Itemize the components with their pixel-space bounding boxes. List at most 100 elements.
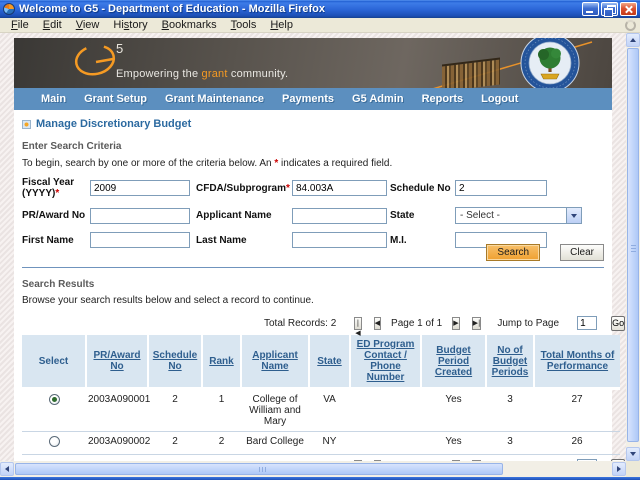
search-button[interactable]: Search: [486, 244, 541, 261]
restore-button[interactable]: [601, 2, 618, 17]
column-header-state[interactable]: State: [309, 335, 351, 390]
g5-banner: 5 Empowering the grant community.: [14, 38, 612, 88]
horizontal-scroll-thumb[interactable]: [15, 463, 503, 475]
horizontal-scrollbar[interactable]: [0, 461, 626, 477]
tagline-pre: Empowering the: [116, 68, 202, 80]
menu-bookmarks[interactable]: Bookmarks: [155, 18, 224, 32]
title-bar: Welcome to G5 - Department of Education …: [0, 0, 640, 18]
arrow-left-icon: [5, 466, 9, 472]
search-form: Fiscal Year(YYYY)* CFDA/Subprogram* Schedu…: [22, 177, 604, 248]
cell-budget-period-created: Yes: [421, 431, 486, 455]
arrow-up-icon: [630, 38, 636, 42]
schedule-no-input[interactable]: [455, 180, 547, 196]
minimize-button[interactable]: [582, 2, 599, 16]
scrollbar-corner: [626, 461, 640, 477]
menu-help[interactable]: Help: [263, 18, 300, 32]
applicant-name-input[interactable]: [292, 207, 387, 224]
cell-ed-program-contact-phone-number: [350, 388, 421, 432]
last-name-input[interactable]: [292, 232, 387, 248]
column-header-label: ED Program Contact / Phone Number: [356, 339, 415, 383]
next-page-button-top[interactable]: ▶: [452, 316, 460, 330]
nav-item-grant-maintenance[interactable]: Grant Maintenance: [156, 93, 273, 105]
column-header-ed-program-contact-phone-number[interactable]: ED Program Contact / Phone Number: [350, 335, 422, 390]
nav-item-grant-setup[interactable]: Grant Setup: [75, 93, 156, 105]
cell-rank: 2: [202, 431, 241, 455]
nav-item-payments[interactable]: Payments: [273, 93, 343, 105]
select-cell: [22, 431, 86, 455]
field-control-fiscal-year: [90, 180, 196, 196]
scroll-right-button[interactable]: [612, 462, 626, 476]
column-header-label: Total Months of Performance: [540, 350, 615, 372]
nav-item-logout[interactable]: Logout: [472, 93, 527, 105]
menu-edit[interactable]: Edit: [36, 18, 69, 32]
scroll-down-button[interactable]: [626, 447, 640, 461]
nav-item-main[interactable]: Main: [32, 93, 75, 105]
column-header-label: No of Budget Periods: [491, 344, 529, 378]
row-select-radio[interactable]: [48, 394, 60, 405]
browser-window: Welcome to G5 - Department of Education …: [0, 0, 640, 480]
column-header-budget-period-created[interactable]: Budget Period Created: [421, 335, 487, 390]
field-control-cfda-subprogram: [292, 180, 390, 196]
clear-button[interactable]: Clear: [560, 244, 604, 261]
cfda-subprogram-input[interactable]: [292, 180, 387, 196]
column-header-rank[interactable]: Rank: [202, 335, 242, 390]
column-header-no-of-budget-periods[interactable]: No of Budget Periods: [486, 335, 535, 390]
menu-history[interactable]: History: [106, 18, 154, 32]
cell-state: VA: [309, 388, 350, 432]
cell-rank: 1: [202, 388, 241, 432]
vertical-scroll-thumb[interactable]: [627, 48, 639, 442]
menu-view[interactable]: View: [69, 18, 107, 32]
column-header-label: Budget Period Created: [434, 344, 473, 378]
results-instructions: Browse your search results below and sel…: [22, 295, 314, 306]
page-title-row: Manage Discretionary Budget: [22, 118, 604, 130]
table-header-row: Select PR/Award No Schedule No Rank Applican…: [22, 335, 620, 390]
field-label-schedule-no: Schedule No: [390, 182, 451, 194]
cell-state: NY: [309, 431, 350, 455]
nav-item-g5-admin[interactable]: G5 Admin: [343, 93, 413, 105]
page-viewport: 5 Empowering the grant community. Main Gr…: [0, 33, 640, 480]
column-header-select: Select: [22, 335, 87, 390]
menu-bar: File Edit View History Bookmarks Tools Help: [0, 18, 640, 33]
cell-no-of-budget-periods: 3: [486, 388, 534, 432]
vertical-scrollbar[interactable]: [626, 33, 640, 461]
column-header-applicant-name[interactable]: Applicant Name: [241, 335, 310, 390]
column-header-total-months-of-performance[interactable]: Total Months of Performance: [534, 335, 620, 390]
column-header-label: PR/Award No: [93, 350, 141, 372]
first-name-input[interactable]: [90, 232, 190, 248]
fiscal-year-input[interactable]: [90, 180, 190, 196]
chevron-down-icon: [566, 208, 581, 223]
nav-item-reports[interactable]: Reports: [413, 93, 473, 105]
last-page-button-top[interactable]: ▶|: [471, 316, 482, 330]
go-button-top[interactable]: Go: [611, 315, 626, 331]
column-header-pr-award-no[interactable]: PR/Award No: [86, 335, 149, 390]
scroll-left-button[interactable]: [0, 462, 14, 476]
main-nav: Main Grant Setup Grant Maintenance Payments…: [14, 88, 612, 110]
cell-schedule-no: 2: [148, 388, 202, 432]
cell-pr-award-no: 2003A090002: [86, 431, 150, 455]
arrow-right-icon: [617, 466, 621, 472]
results-table: Select PR/Award No Schedule No Rank Applican…: [22, 335, 620, 455]
arrow-down-icon: [630, 452, 636, 456]
instructions-post: indicates a required field.: [278, 158, 393, 169]
scroll-up-button[interactable]: [626, 33, 640, 47]
menu-file[interactable]: File: [4, 18, 36, 32]
field-label-last-name: Last Name: [196, 234, 247, 246]
state-selected-value: - Select -: [460, 210, 501, 221]
prev-page-button-top[interactable]: ◀: [373, 316, 382, 330]
field-control-first-name: [90, 232, 196, 248]
row-select-radio[interactable]: [48, 436, 60, 447]
column-header-schedule-no[interactable]: Schedule No: [148, 335, 203, 390]
throbber-icon: [625, 19, 636, 31]
g5-logo-five: 5: [116, 41, 124, 56]
menu-tools[interactable]: Tools: [224, 18, 264, 32]
close-button[interactable]: [620, 2, 637, 16]
jump-to-page-input-top[interactable]: [577, 316, 598, 330]
first-page-button-top[interactable]: |◀: [354, 316, 362, 337]
search-criteria-heading: Enter Search Criteria: [22, 141, 122, 152]
field-control-state: - Select -: [455, 207, 604, 224]
column-header-label: Select: [38, 355, 69, 367]
state-select[interactable]: - Select -: [455, 207, 582, 224]
column-header-label: Rank: [209, 355, 234, 367]
page-content: Manage Discretionary Budget Enter Search…: [14, 118, 626, 480]
pr-award-no-input[interactable]: [90, 207, 190, 224]
